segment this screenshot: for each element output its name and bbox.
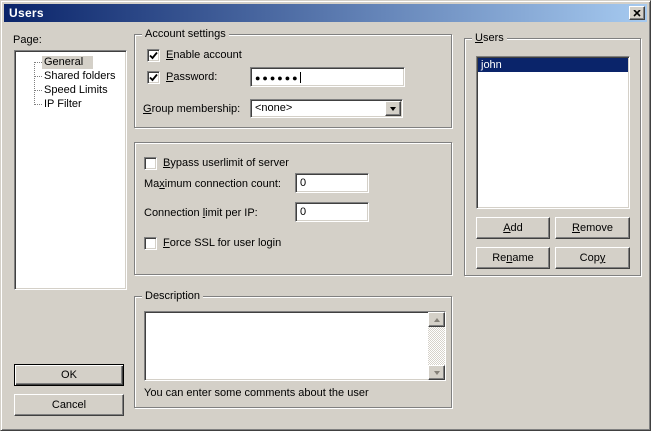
ip-limit-value: 0 bbox=[300, 206, 306, 218]
group-membership-value: <none> bbox=[255, 102, 292, 114]
checkbox-box[interactable] bbox=[147, 49, 160, 62]
checkbox-box[interactable] bbox=[147, 71, 160, 84]
titlebar[interactable]: Users bbox=[4, 4, 647, 22]
max-connections-value: 0 bbox=[300, 177, 306, 189]
scroll-up-button[interactable] bbox=[428, 312, 445, 327]
checkbox-box[interactable] bbox=[144, 157, 157, 170]
cancel-button[interactable]: Cancel bbox=[14, 394, 124, 416]
max-connections-input[interactable]: 0 bbox=[295, 173, 369, 193]
page-tree[interactable]: General Shared folders Speed Limits IP F… bbox=[14, 50, 127, 290]
max-connections-label: Maximum connection count: bbox=[144, 178, 281, 191]
users-group: Users john Add Remove Rename Copy bbox=[464, 38, 641, 276]
tree-item-shared-folders[interactable]: Shared folders bbox=[16, 69, 125, 83]
ip-limit-label: Connection limit per IP: bbox=[144, 207, 258, 220]
group-membership-select[interactable]: <none> bbox=[250, 99, 403, 118]
copy-user-button[interactable]: Copy bbox=[555, 247, 630, 269]
tree-connector bbox=[35, 76, 42, 77]
scroll-down-button[interactable] bbox=[428, 365, 445, 380]
bypass-userlimit-checkbox[interactable]: Bypass userlimit of server bbox=[144, 157, 289, 170]
description-title: Description bbox=[142, 290, 203, 303]
dropdown-button[interactable] bbox=[385, 101, 401, 116]
users-listbox[interactable]: john bbox=[476, 56, 630, 209]
window-title: Users bbox=[9, 6, 44, 20]
page-label: Page: bbox=[13, 34, 42, 47]
tree-item-label[interactable]: General bbox=[42, 56, 93, 69]
password-checkbox[interactable]: Password: bbox=[147, 71, 217, 84]
tree-item-label[interactable]: IP Filter bbox=[42, 98, 84, 111]
tree-item-speed-limits[interactable]: Speed Limits bbox=[16, 83, 125, 97]
ok-button[interactable]: OK bbox=[14, 364, 124, 386]
arrow-down-icon bbox=[434, 371, 440, 378]
account-settings-group: Account settings Enable account Password… bbox=[134, 34, 452, 128]
connection-limits-group: Bypass userlimit of server Maximum conne… bbox=[134, 142, 452, 275]
enable-account-checkbox[interactable]: Enable account bbox=[147, 49, 242, 62]
group-membership-label: Group membership: bbox=[143, 103, 240, 116]
bypass-userlimit-label: Bypass userlimit of server bbox=[163, 157, 289, 170]
description-hint: You can enter some comments about the us… bbox=[144, 387, 369, 400]
tree-connector bbox=[35, 62, 42, 63]
tree-item-label[interactable]: Shared folders bbox=[42, 70, 118, 83]
password-masked-value: ●●●●●● bbox=[255, 73, 300, 83]
tree-connector bbox=[35, 90, 42, 91]
account-settings-title: Account settings bbox=[142, 28, 229, 41]
users-group-title: Users bbox=[472, 32, 507, 45]
arrow-up-icon bbox=[434, 315, 440, 322]
description-textarea[interactable] bbox=[144, 311, 446, 381]
close-icon bbox=[633, 10, 641, 17]
add-user-button[interactable]: Add bbox=[476, 217, 550, 239]
check-icon bbox=[149, 73, 158, 82]
enable-account-label: Enable account bbox=[166, 49, 242, 62]
ip-limit-input[interactable]: 0 bbox=[295, 202, 369, 222]
user-list-item-john[interactable]: john bbox=[478, 58, 628, 72]
tree-item-ip-filter[interactable]: IP Filter bbox=[16, 97, 125, 111]
vertical-scrollbar[interactable] bbox=[428, 312, 445, 380]
chevron-down-icon bbox=[390, 107, 396, 114]
rename-user-button[interactable]: Rename bbox=[476, 247, 550, 269]
password-label: Password: bbox=[166, 71, 217, 84]
password-input[interactable]: ●●●●●● bbox=[250, 67, 405, 87]
remove-user-button[interactable]: Remove bbox=[555, 217, 630, 239]
user-name: john bbox=[481, 59, 502, 71]
tree-item-label[interactable]: Speed Limits bbox=[42, 84, 110, 97]
tree-connector bbox=[35, 104, 42, 105]
checkbox-box[interactable] bbox=[144, 237, 157, 250]
force-ssl-label: Force SSL for user login bbox=[163, 237, 281, 250]
description-group: Description You can enter some comments … bbox=[134, 296, 452, 408]
force-ssl-checkbox[interactable]: Force SSL for user login bbox=[144, 237, 281, 250]
tree-item-general[interactable]: General bbox=[16, 55, 125, 69]
check-icon bbox=[149, 51, 158, 60]
users-dialog: Users Page: General Shared folders Speed… bbox=[0, 0, 651, 431]
close-button[interactable] bbox=[629, 6, 645, 20]
